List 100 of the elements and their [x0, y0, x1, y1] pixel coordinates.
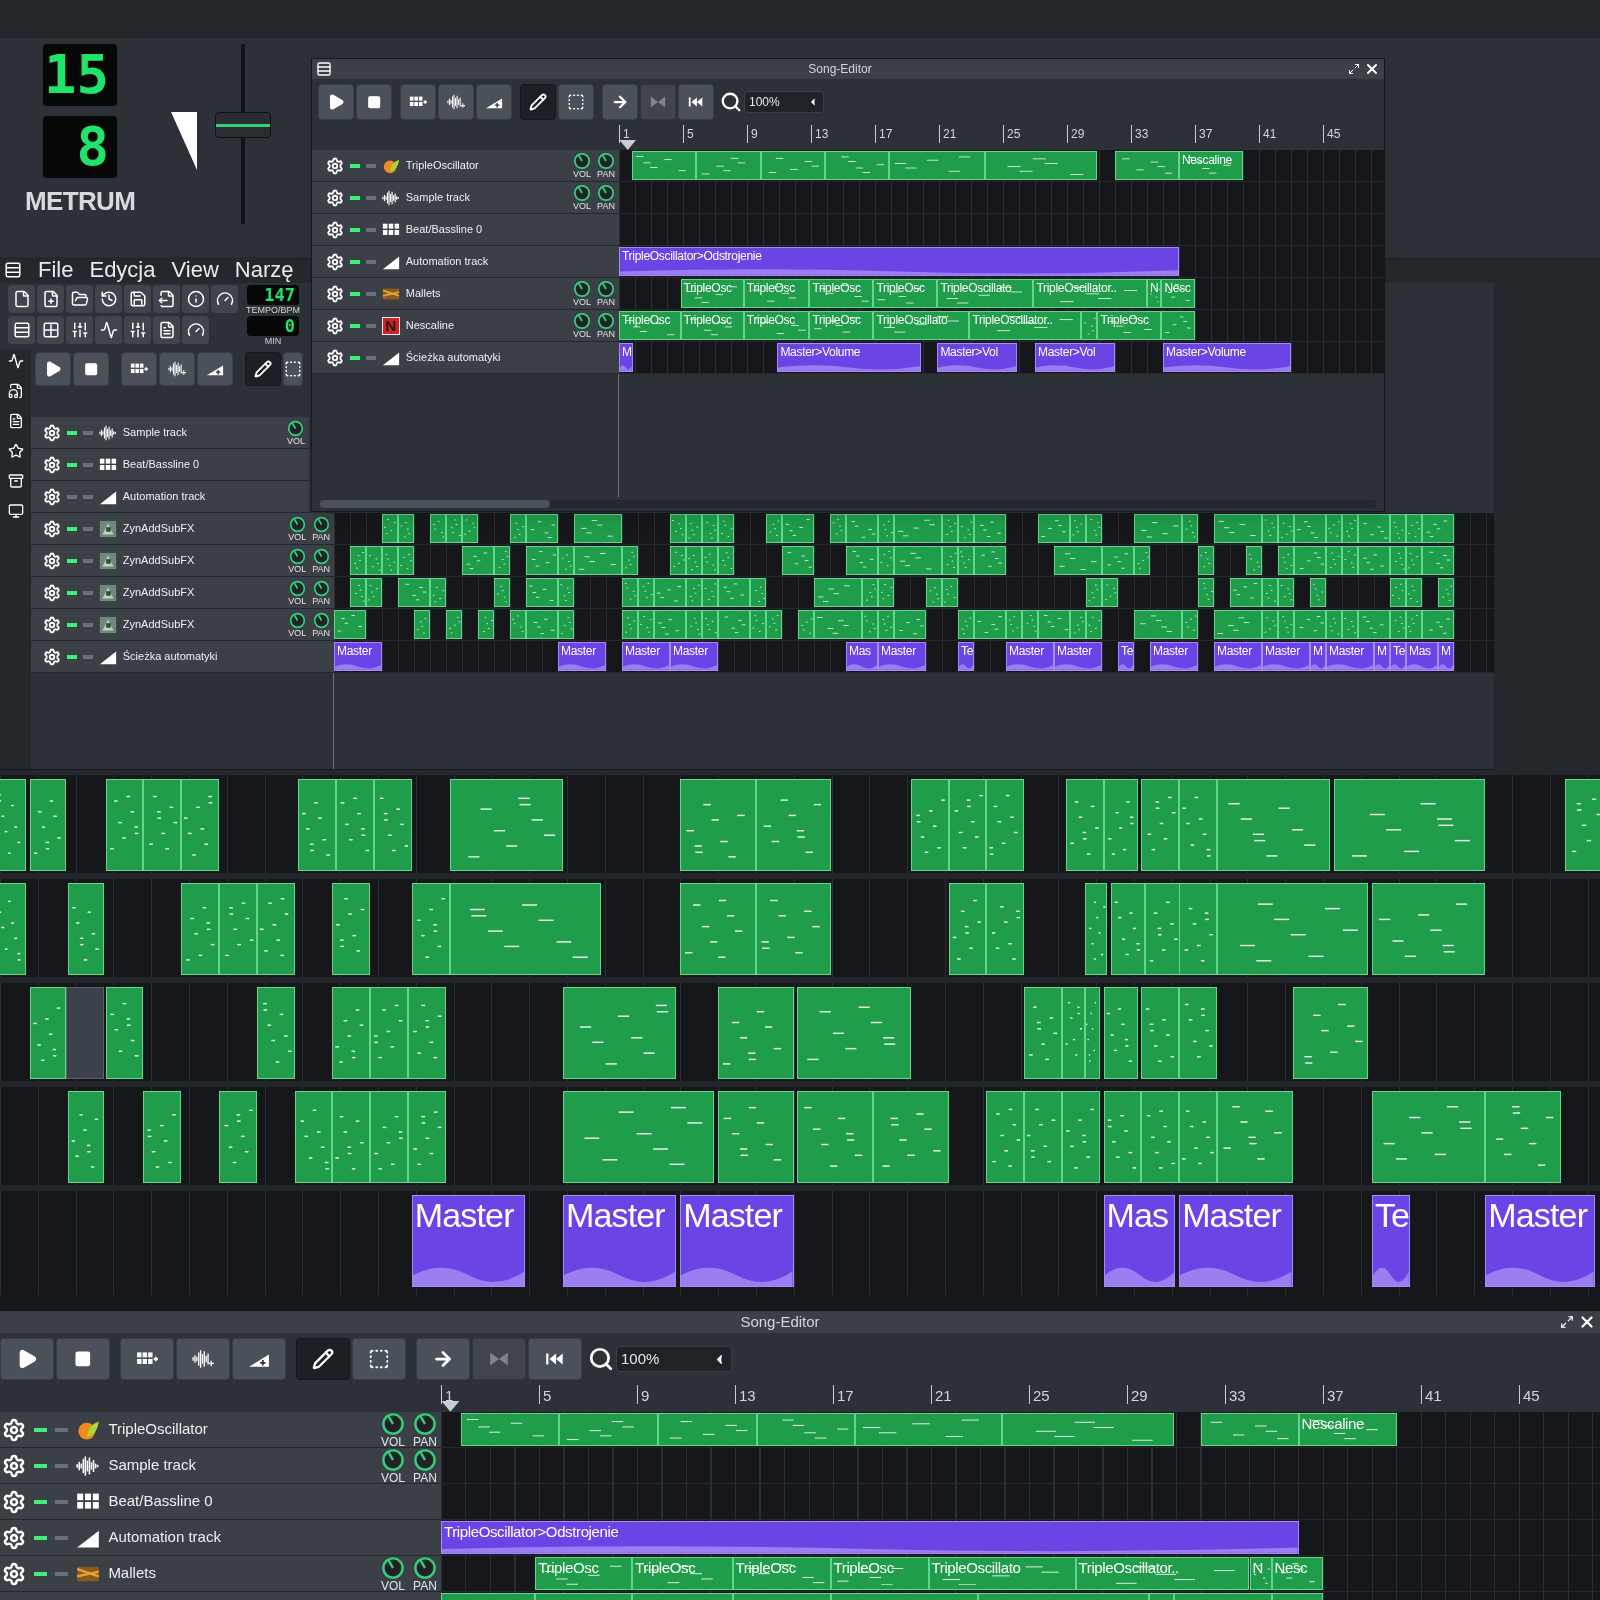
pattern-clip[interactable]: TripleOsc	[809, 279, 874, 308]
zoom-dropdown[interactable]: 100%	[616, 1346, 732, 1372]
pattern-clip[interactable]: TripleOscillato	[873, 311, 970, 340]
pattern-clip[interactable]: TripleOsc	[632, 1557, 733, 1590]
automation-clip[interactable]: Mas	[1103, 1195, 1176, 1287]
tempo-label: TEMPO/BPM	[246, 306, 300, 315]
pattern-clip[interactable]: N	[1147, 279, 1162, 308]
automation-clip[interactable]: Master	[1179, 1195, 1293, 1287]
automation-clip[interactable]: Master	[878, 642, 926, 671]
automation-clip[interactable]: Master	[563, 1195, 677, 1287]
knob-label: VOL	[573, 298, 591, 307]
pattern-clip[interactable]: TripleOscillator..	[1075, 1557, 1250, 1590]
pattern-clip[interactable]: Nescaline	[1179, 151, 1243, 180]
pattern-clip[interactable]: TripleOsc	[732, 1557, 831, 1590]
automation-clip[interactable]: Master>Vol	[937, 343, 1018, 372]
bar-number: 33	[1225, 1385, 1246, 1404]
knob-label: PAN	[413, 1471, 437, 1484]
automation-clip[interactable]: M	[1310, 642, 1326, 671]
automation-clip[interactable]: Master	[411, 1195, 526, 1287]
track-name: Automation track	[108, 1527, 222, 1548]
bar-number: 21	[931, 1385, 952, 1404]
pattern-clip[interactable]: N	[1249, 1557, 1272, 1590]
knob-label: VOL	[573, 202, 591, 211]
pattern-clip[interactable]: TripleOscillato	[937, 279, 1034, 308]
window-title: Song-Editor	[739, 1311, 821, 1332]
automation-clip[interactable]: TripleOscillator>Odstrojenie	[441, 1521, 1299, 1554]
automation-clip[interactable]: Master	[1054, 642, 1102, 671]
window-title: Song-Editor	[807, 61, 873, 78]
knob-label: PAN	[312, 596, 330, 606]
pattern-clip[interactable]: TripleOscillator..	[969, 311, 1082, 340]
pattern-clip[interactable]: Nesc	[1161, 279, 1195, 308]
bar-number: 25	[1003, 125, 1021, 143]
pattern-clip[interactable]: TripleOscillato	[928, 1557, 1076, 1590]
bar-number: 1	[619, 125, 630, 143]
pattern-clip[interactable]: Nescaline	[1298, 1413, 1397, 1446]
lcd-display: 15	[43, 44, 118, 106]
pattern-clip[interactable]: TripleOsc	[1097, 311, 1162, 340]
automation-clip[interactable]: Te	[1118, 642, 1134, 671]
track-name: Automation track	[405, 254, 490, 270]
automation-clip[interactable]: Master	[1326, 642, 1374, 671]
pattern-clip[interactable]: Nesc	[1271, 1557, 1323, 1590]
bar-number: 45	[1519, 1385, 1540, 1404]
automation-clip[interactable]: Te	[958, 642, 974, 671]
automation-clip[interactable]: Te	[1390, 642, 1406, 671]
automation-clip[interactable]: Master	[1150, 642, 1198, 671]
track-name: ZynAddSubFX	[122, 617, 196, 633]
automation-clip[interactable]: Master	[1262, 642, 1310, 671]
knob-label: VOL	[288, 532, 307, 542]
automation-clip[interactable]: TripleOscillator>Odstrojenie	[619, 247, 1179, 276]
knob-label: VOL	[573, 330, 591, 339]
menu-item[interactable]: View	[171, 259, 219, 281]
knob-label: PAN	[312, 628, 330, 638]
track-name: TripleOscillator	[108, 1419, 209, 1440]
bar-number: 29	[1127, 1385, 1148, 1404]
automation-clip[interactable]: M	[1438, 642, 1454, 671]
pattern-clip[interactable]: TripleOsc	[809, 311, 874, 340]
automation-clip[interactable]: Master>Volume	[777, 343, 922, 372]
automation-clip[interactable]: Master	[622, 642, 670, 671]
pattern-clip[interactable]: TripleOsc	[743, 311, 810, 340]
automation-clip[interactable]: M	[1374, 642, 1390, 671]
pattern-clip[interactable]: TripleOsc	[680, 311, 744, 340]
menu-item[interactable]: Narzę	[234, 259, 294, 281]
pattern-clip[interactable]: TripleOsc	[743, 279, 810, 308]
bar-number: 9	[747, 125, 758, 143]
instrument-logo: N	[381, 316, 400, 335]
knob-label: PAN	[597, 330, 615, 339]
track-name: Sample track	[108, 1455, 197, 1476]
knob-label: PAN	[312, 532, 330, 542]
knob-label: VOL	[573, 170, 591, 179]
pattern-clip[interactable]: TripleOsc	[873, 279, 938, 308]
pattern-clip[interactable]: TripleOsc	[830, 1557, 929, 1590]
automation-clip[interactable]: Master	[680, 1195, 794, 1287]
bar-number: 9	[637, 1385, 650, 1404]
automation-clip[interactable]: Master	[334, 642, 382, 671]
knob-label: VOL	[288, 596, 307, 606]
menu-item[interactable]: File	[38, 259, 74, 281]
automation-clip[interactable]: Master	[1006, 642, 1054, 671]
bar-number: 29	[1067, 125, 1085, 143]
automation-clip[interactable]: Master	[670, 642, 718, 671]
track-name: Mallets	[108, 1563, 157, 1584]
track-name: Beat/Bassline 0	[122, 457, 201, 473]
menu-item[interactable]: Edycja	[89, 259, 156, 281]
zoom-dropdown[interactable]: 100%	[744, 90, 824, 114]
automation-clip[interactable]: Te	[1371, 1195, 1410, 1287]
track-name: Beat/Bassline 0	[108, 1491, 214, 1512]
automation-clip[interactable]: M	[619, 343, 633, 372]
track-name: ZynAddSubFX	[122, 585, 196, 601]
knob-label: VOL	[381, 1579, 405, 1592]
pattern-clip[interactable]: TripleOscillator..	[1033, 279, 1147, 308]
automation-clip[interactable]: Mas	[1406, 642, 1438, 671]
pattern-clip[interactable]: TripleOsc	[619, 311, 681, 340]
automation-clip[interactable]: Master	[1214, 642, 1262, 671]
pattern-clip[interactable]: TripleOsc	[535, 1557, 633, 1590]
automation-clip[interactable]: Mas	[846, 642, 878, 671]
pattern-clip[interactable]: TripleOsc	[680, 279, 744, 308]
automation-clip[interactable]: Master	[558, 642, 606, 671]
automation-clip[interactable]: Master	[1485, 1195, 1595, 1287]
automation-clip[interactable]: Master>Volume	[1163, 343, 1291, 372]
automation-clip[interactable]: Master>Vol	[1035, 343, 1115, 372]
track-name: Nescaline	[405, 318, 456, 334]
